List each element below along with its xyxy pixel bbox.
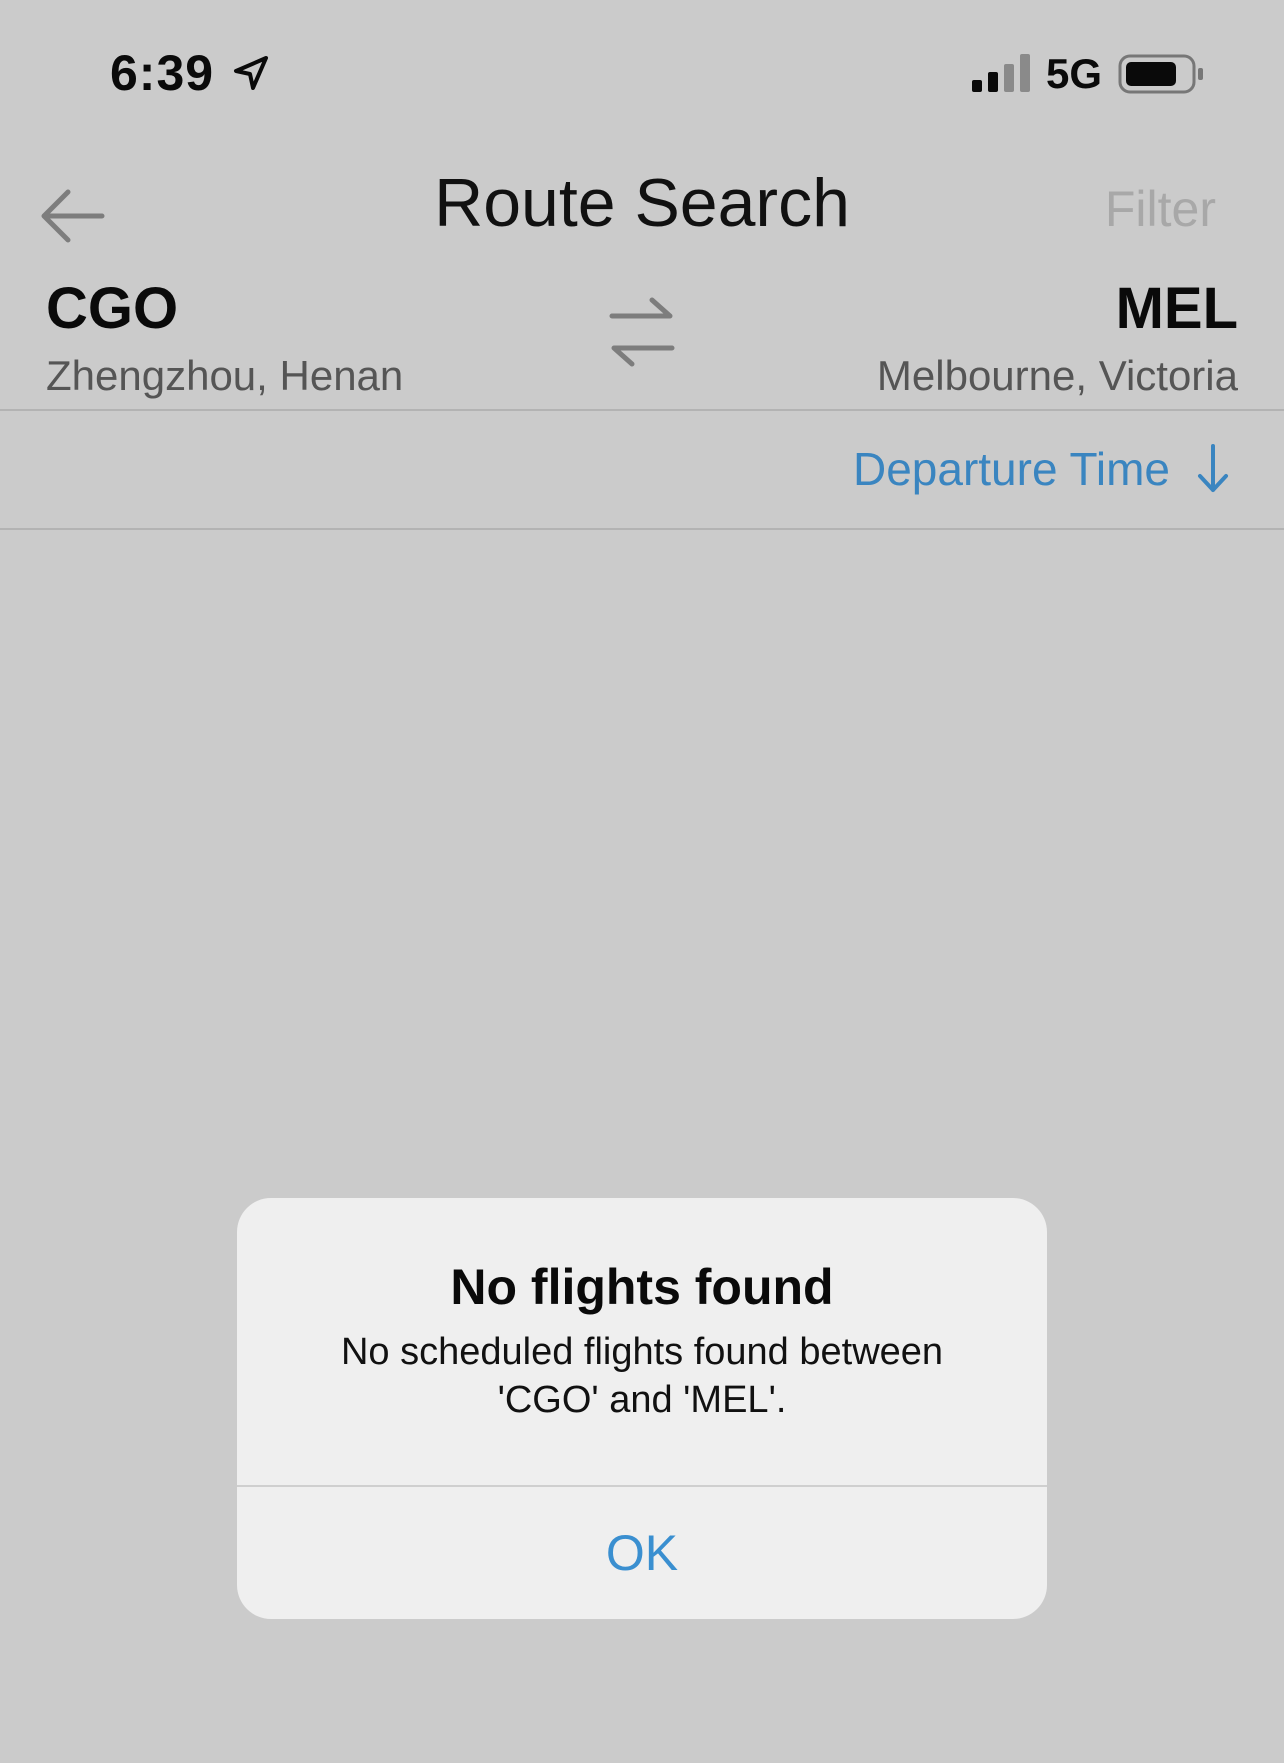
destination-city: Melbourne, Victoria xyxy=(876,352,1238,399)
filter-button[interactable]: Filter xyxy=(1105,180,1216,238)
sort-divider xyxy=(0,528,1284,530)
battery-icon xyxy=(1118,54,1203,94)
alert-dialog: No flights found No scheduled flights fo… xyxy=(237,1198,1047,1619)
alert-message: No scheduled flights found between 'CGO'… xyxy=(277,1328,1007,1424)
alert-message-line2: 'CGO' and 'MEL'. xyxy=(497,1379,787,1421)
page-title: Route Search xyxy=(434,165,850,241)
cellular-signal-icon xyxy=(972,54,1030,92)
origin-city: Zhengzhou, Henan xyxy=(46,352,404,399)
alert-title: No flights found xyxy=(450,1259,834,1315)
location-arrow-icon xyxy=(234,56,268,90)
route-divider xyxy=(0,409,1284,411)
origin-airport[interactable]: CGO Zhengzhou, Henan xyxy=(46,270,403,404)
destination-code: MEL xyxy=(1115,276,1238,341)
route-header: CGO Zhengzhou, Henan MEL Melbourne, Vict… xyxy=(0,270,1284,410)
navigation-bar: Route Search Filter xyxy=(0,150,1284,260)
network-type: 5G xyxy=(1046,50,1103,97)
destination-airport[interactable]: MEL Melbourne, Victoria xyxy=(877,270,1238,404)
status-time: 6:39 xyxy=(110,45,215,101)
origin-code: CGO xyxy=(46,276,179,341)
arrow-down-icon xyxy=(1198,444,1228,492)
alert-message-line1: No scheduled flights found between xyxy=(340,1331,944,1373)
ok-button[interactable]: OK xyxy=(237,1487,1047,1619)
status-bar: 6:39 5G xyxy=(0,0,1284,150)
sort-departure-time-button[interactable]: Departure Time xyxy=(853,442,1230,496)
sort-label: Departure Time xyxy=(852,443,1170,495)
sort-bar: Departure Time xyxy=(0,412,1284,528)
swap-arrows-icon[interactable] xyxy=(604,292,680,372)
